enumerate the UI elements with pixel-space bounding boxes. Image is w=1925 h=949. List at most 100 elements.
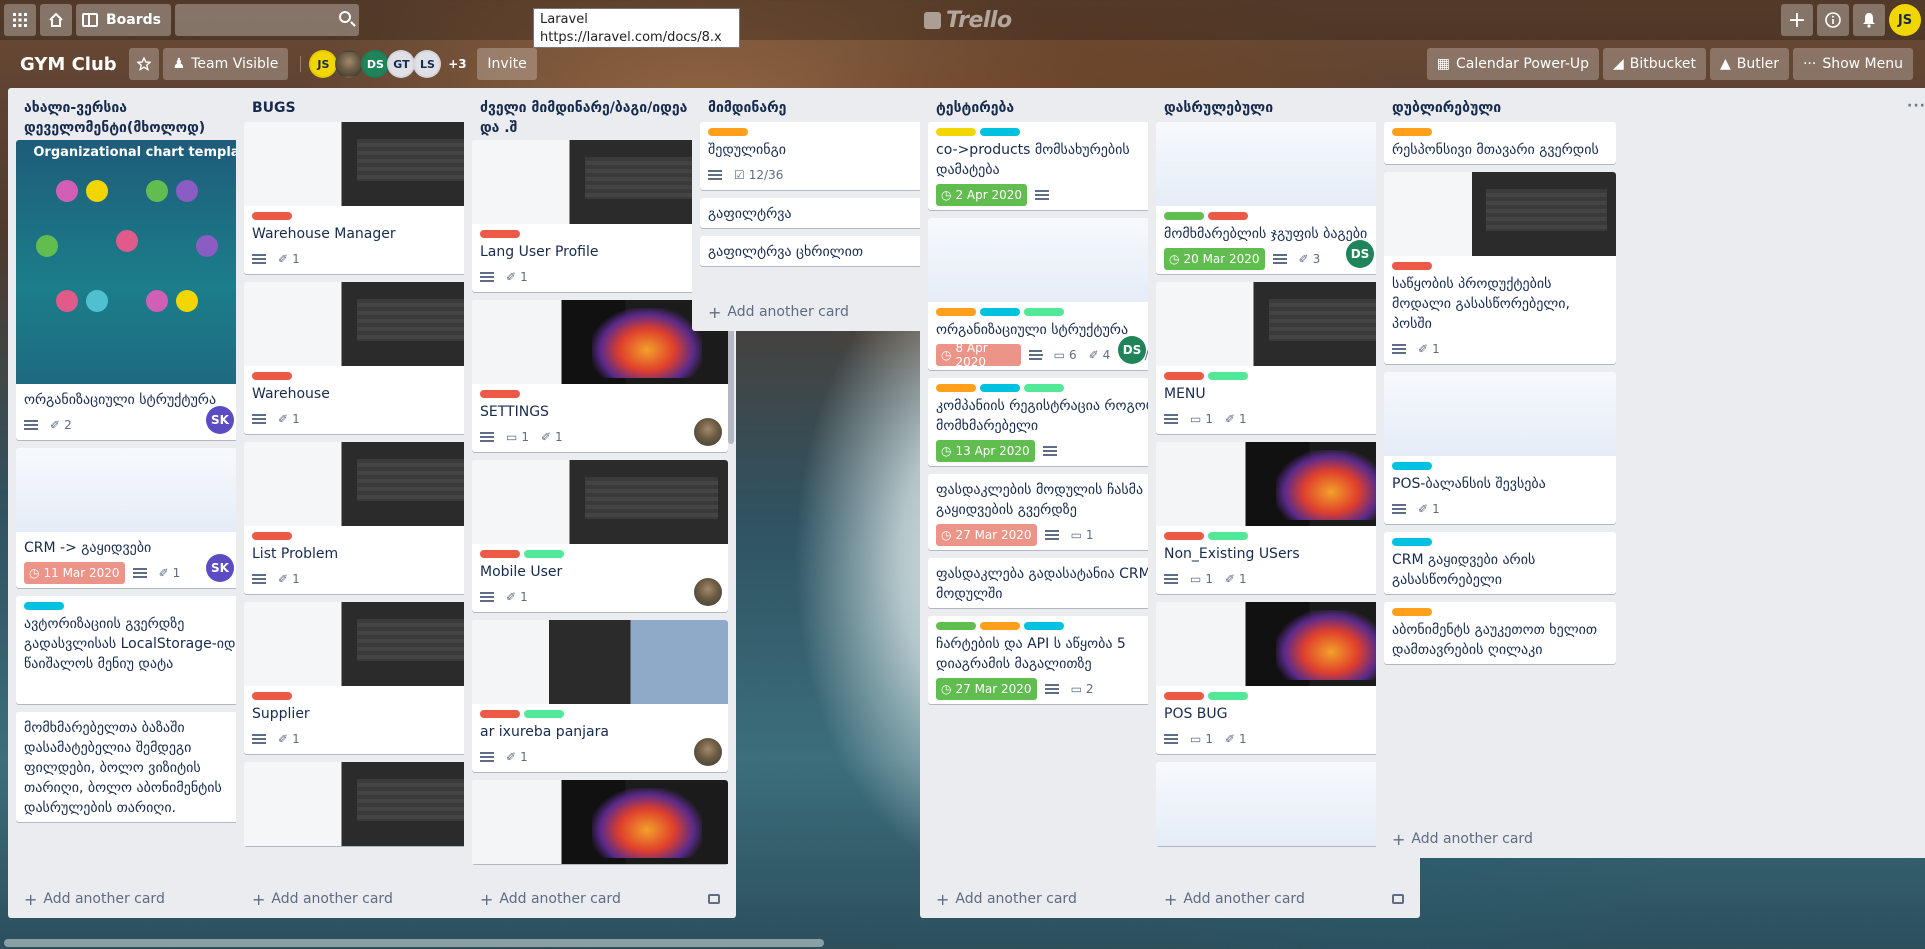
list-title[interactable]: ტესტირება bbox=[936, 98, 1156, 118]
card-label[interactable] bbox=[1392, 262, 1432, 270]
card[interactable]: გაფილტრვა ცხრილით bbox=[700, 236, 956, 266]
list-title[interactable]: BUGS bbox=[252, 98, 472, 118]
user-avatar[interactable]: JS bbox=[1889, 4, 1921, 36]
member-avatar[interactable]: SK bbox=[206, 406, 234, 434]
card-template-icon[interactable] bbox=[1392, 894, 1404, 904]
card[interactable]: Warehouse ✐ 1 bbox=[244, 282, 500, 434]
card[interactable]: co->products მომსახურების დამატება ◷ 2 Ap… bbox=[928, 122, 1184, 210]
card-label[interactable] bbox=[1392, 462, 1432, 470]
list-title[interactable]: მიმდინარე bbox=[708, 98, 928, 118]
card[interactable]: Warehouse Manager ✐ 1 bbox=[244, 122, 500, 274]
card-label[interactable] bbox=[980, 308, 1020, 316]
card[interactable]: MENU ▭ 1 ✐ 1 bbox=[1156, 282, 1412, 434]
card[interactable]: კომპანიის რეგისტრაცია როგორც მომხმარებელ… bbox=[928, 378, 1184, 466]
due-date-badge[interactable]: ◷ 27 Mar 2020 bbox=[936, 678, 1037, 700]
card-label[interactable] bbox=[936, 128, 976, 136]
due-date-badge[interactable]: ◷ 20 Mar 2020 bbox=[1164, 248, 1265, 270]
member-avatar[interactable] bbox=[694, 418, 722, 446]
create-plus-icon[interactable]: + bbox=[1781, 4, 1813, 36]
card-label[interactable] bbox=[1164, 532, 1204, 540]
card[interactable]: Organizational chart template ორგანიზაციუ… bbox=[16, 140, 272, 440]
notifications-bell-icon[interactable] bbox=[1853, 4, 1885, 36]
card[interactable]: გაფილტრვა bbox=[700, 198, 956, 228]
member-avatar[interactable]: DS bbox=[1346, 240, 1374, 268]
card[interactable]: ავტორიზაციის გვერდზე გადასვლისას LocalSt… bbox=[16, 596, 272, 704]
card[interactable]: რესპონსივი მთავარი გვერდის bbox=[1384, 122, 1616, 164]
card[interactable]: ფასდაკლება გადასატანია CRM მოდულში bbox=[928, 558, 1184, 608]
member-avatar[interactable]: SK bbox=[206, 554, 234, 582]
card-label[interactable] bbox=[708, 128, 748, 136]
card[interactable]: CRM -> გაყიდვები ◷ 11 Mar 2020 ✐ 1 SK bbox=[16, 448, 272, 588]
member-avatar[interactable] bbox=[694, 578, 722, 606]
invite-button[interactable]: Invite bbox=[477, 48, 537, 80]
card[interactable]: List Problem ✐ 1 bbox=[244, 442, 500, 594]
card-label[interactable] bbox=[480, 390, 520, 398]
card[interactable]: მომხმარებელთა ბაზაში დასამატებელია შემდე… bbox=[16, 712, 272, 822]
horizontal-scrollbar[interactable] bbox=[4, 939, 824, 947]
add-card-button[interactable]: + Add another card bbox=[1384, 824, 1634, 854]
card[interactable] bbox=[244, 762, 500, 846]
info-icon[interactable] bbox=[1817, 4, 1849, 36]
card[interactable] bbox=[1156, 762, 1412, 846]
card[interactable]: Lang User Profile ✐ 1 bbox=[472, 140, 728, 292]
card-label[interactable] bbox=[524, 550, 564, 558]
card[interactable]: მომხმარებლის ჯგუფის ბაგები ◷ 20 Mar 2020 ✐… bbox=[1156, 122, 1412, 274]
add-card-button[interactable]: + Add another card bbox=[1156, 884, 1412, 914]
card[interactable]: SETTINGS ▭ 1 ✐ 1 bbox=[472, 300, 728, 452]
board-member-avatar[interactable] bbox=[335, 50, 364, 78]
due-date-badge[interactable]: ◷ 8 Apr 2020 bbox=[936, 341, 1021, 369]
boards-button[interactable]: Boards bbox=[76, 4, 171, 36]
card-label[interactable] bbox=[252, 372, 292, 380]
card-label[interactable] bbox=[1024, 384, 1064, 392]
add-card-button[interactable]: + Add another card bbox=[700, 297, 956, 327]
card[interactable]: ფასდაკლების მოდულის ჩასმა გაყიდვების გვე… bbox=[928, 474, 1184, 550]
list-title[interactable]: დასრულებული bbox=[1164, 98, 1384, 118]
card-label[interactable] bbox=[1392, 538, 1432, 546]
apps-grid-icon[interactable] bbox=[4, 4, 36, 36]
board-member-avatar[interactable]: DS bbox=[361, 50, 390, 78]
card-label[interactable] bbox=[936, 622, 976, 630]
list-title[interactable]: ახალი-ვერსია დეველომენტი(მხოლოდ) bbox=[24, 98, 244, 138]
card-label[interactable] bbox=[1392, 128, 1432, 136]
add-card-button[interactable]: + Add another card bbox=[16, 884, 272, 914]
card[interactable]: აბონიმენტს გაუკეთოთ ხელით დამთავრების ღი… bbox=[1384, 602, 1616, 664]
card[interactable]: Mobile User ✐ 1 bbox=[472, 460, 728, 612]
card-label[interactable] bbox=[1024, 308, 1064, 316]
due-date-badge[interactable]: ◷ 27 Mar 2020 bbox=[936, 524, 1037, 546]
card-label[interactable] bbox=[980, 384, 1020, 392]
card[interactable]: POS BUG ▭ 1 ✐ 1 bbox=[1156, 602, 1412, 754]
card-label[interactable] bbox=[480, 230, 520, 238]
card-label[interactable] bbox=[480, 710, 520, 718]
card[interactable]: საწყობის პროდუქტების მოდალი გასასწორებელ… bbox=[1384, 172, 1616, 364]
card-label[interactable] bbox=[24, 602, 64, 610]
card-label[interactable] bbox=[480, 550, 520, 558]
due-date-badge[interactable]: ◷ 13 Apr 2020 bbox=[936, 440, 1035, 462]
card-label[interactable] bbox=[1164, 212, 1204, 220]
list-title[interactable]: ძველი მიმდინარე/ბაგი/იდეა და .შ bbox=[480, 98, 700, 138]
card-label[interactable] bbox=[936, 384, 976, 392]
board-member-avatar[interactable]: GT bbox=[387, 50, 416, 78]
card-label[interactable] bbox=[252, 532, 292, 540]
card-label[interactable] bbox=[1392, 608, 1432, 616]
card[interactable]: ar ixureba panjara ✐ 1 bbox=[472, 620, 728, 772]
more-members-badge[interactable]: +3 bbox=[443, 50, 471, 78]
due-date-badge[interactable]: ◷ 2 Apr 2020 bbox=[936, 184, 1028, 206]
card[interactable]: ჩარტების და API ს აწყობა 5 დიაგრამის მაგ… bbox=[928, 616, 1184, 704]
card[interactable]: CRM გაყიდვები არის გასასწორებელი bbox=[1384, 532, 1616, 594]
member-avatar[interactable] bbox=[694, 738, 722, 766]
list-title[interactable]: დუბლირებული bbox=[1392, 98, 1612, 118]
card[interactable]: შედულინგი ☑ 12/36 bbox=[700, 122, 956, 190]
search-input[interactable] bbox=[175, 4, 359, 36]
card-label[interactable] bbox=[980, 622, 1020, 630]
star-button[interactable] bbox=[128, 48, 159, 80]
add-card-button[interactable]: + Add another card bbox=[472, 884, 728, 914]
add-card-button[interactable]: + Add another card bbox=[928, 884, 1184, 914]
card-label[interactable] bbox=[524, 710, 564, 718]
card-label[interactable] bbox=[1208, 372, 1248, 380]
card-label[interactable] bbox=[252, 692, 292, 700]
card-label[interactable] bbox=[1208, 532, 1248, 540]
butler-button[interactable]: ▲ Butler bbox=[1709, 48, 1789, 80]
card[interactable]: Non_Existing USers ▭ 1 ✐ 1 bbox=[1156, 442, 1412, 594]
trello-logo[interactable]: Trello bbox=[924, 8, 1012, 33]
card[interactable]: POS-ბალანსის შევსება ✐ 1 bbox=[1384, 372, 1616, 524]
